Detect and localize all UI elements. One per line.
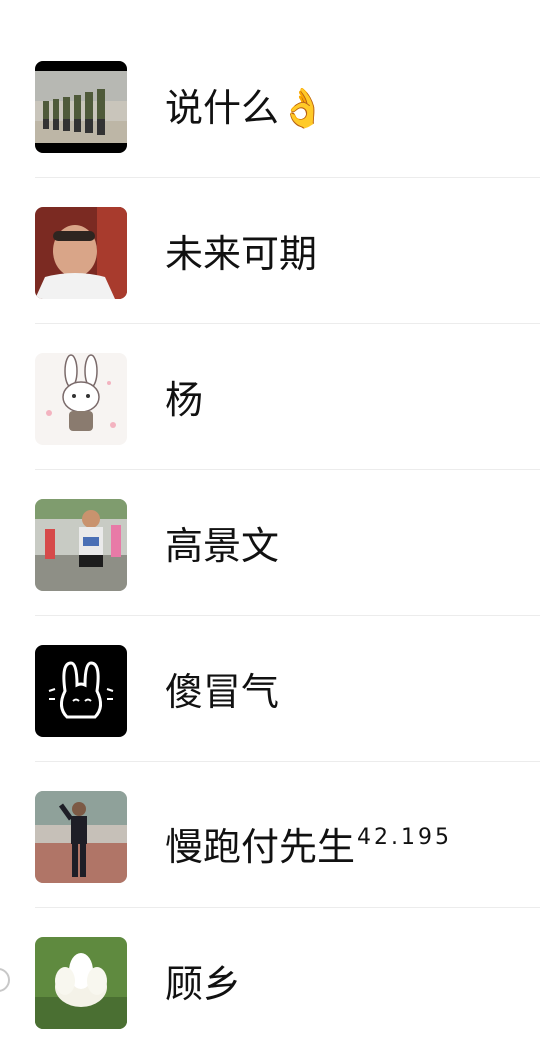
contact-row[interactable]: 慢跑付先生42.195 xyxy=(0,750,540,908)
contact-name-suffix: 42.195 xyxy=(357,825,452,850)
contact-list: 说什么👌 未来可期 杨 高景文 傻冒气 慢跑付先生42.195 顾乡 xyxy=(0,0,540,1042)
contact-name: 未来可期 xyxy=(165,232,318,276)
contact-name: 傻冒气 xyxy=(165,670,280,714)
man-in-sportswear-avatar xyxy=(35,791,127,883)
white-lotus-avatar xyxy=(35,937,127,1029)
contact-row[interactable]: 顾乡 xyxy=(0,896,540,1042)
contact-name-text: 说什么 xyxy=(165,86,280,130)
contact-name: 顾乡 xyxy=(165,962,242,1006)
contact-name: 杨 xyxy=(165,378,204,422)
contact-row[interactable]: 高景文 xyxy=(0,458,540,616)
contact-list-screen: 说什么👌 未来可期 杨 高景文 傻冒气 慢跑付先生42.195 顾乡 xyxy=(0,0,540,1048)
smiling-man-avatar xyxy=(35,207,127,299)
contact-row[interactable]: 傻冒气 xyxy=(0,604,540,762)
contact-row[interactable]: 未来可期 xyxy=(0,166,540,324)
contact-row[interactable]: 杨 xyxy=(0,312,540,470)
bunny-doodle-avatar xyxy=(35,645,127,737)
contact-name: 说什么👌 xyxy=(165,86,326,130)
contact-name: 慢跑付先生42.195 xyxy=(165,816,452,869)
marathon-runner-avatar xyxy=(35,499,127,591)
soldiers-parade-avatar xyxy=(35,61,127,153)
contact-name: 高景文 xyxy=(165,524,280,568)
contact-name-text: 慢跑付先生 xyxy=(165,825,356,869)
ok-hand-icon: 👌 xyxy=(279,86,327,130)
cartoon-rabbit-avatar xyxy=(35,353,127,445)
contact-row[interactable]: 说什么👌 xyxy=(0,20,540,178)
